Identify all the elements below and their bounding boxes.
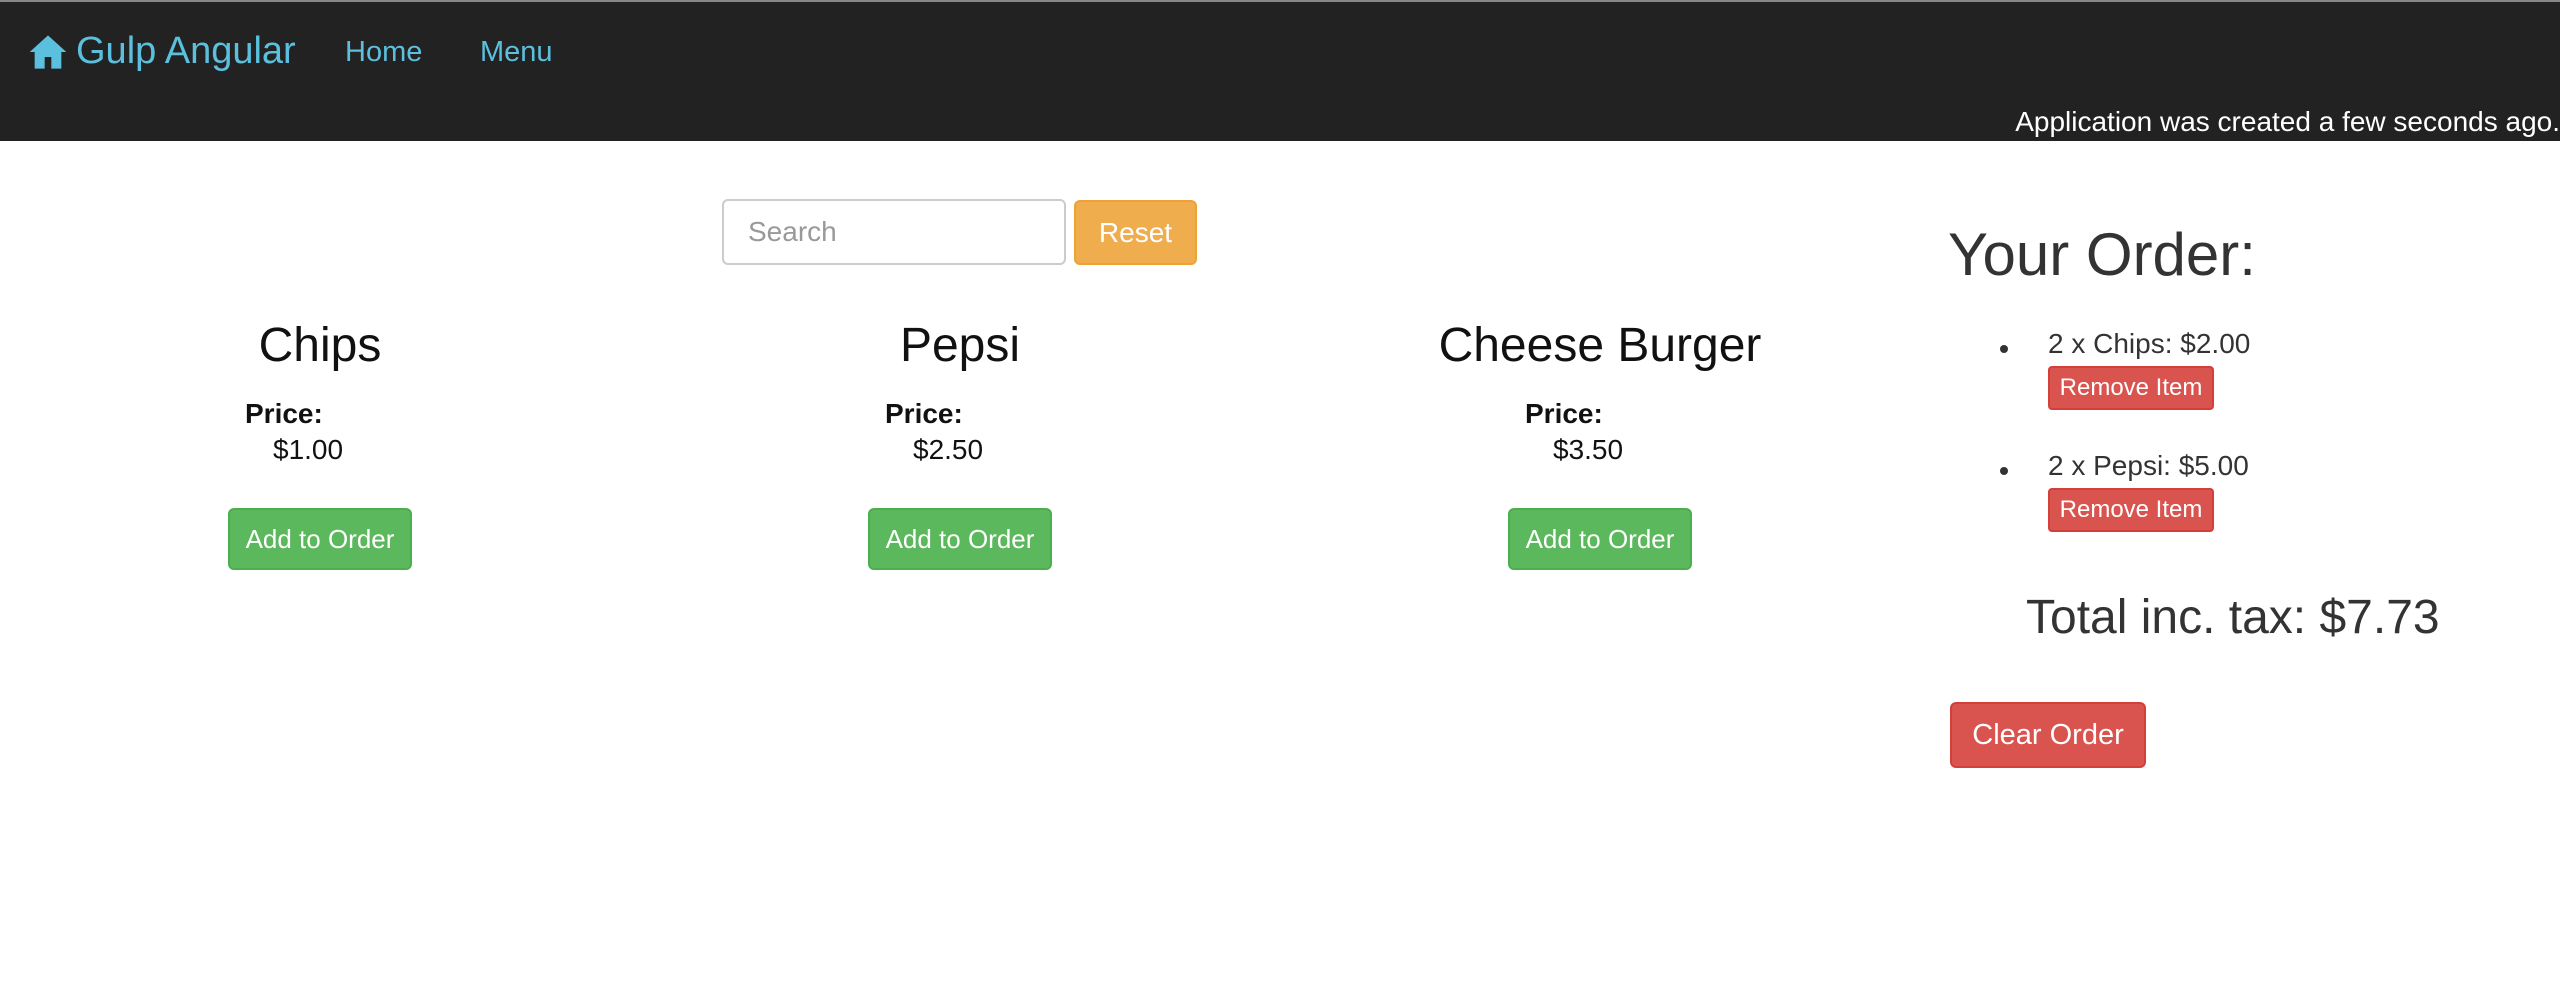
app-created-status: Application was created a few seconds ag… [2015,106,2560,137]
order-item-text: 2 x Chips: $2.00 [2048,328,2251,359]
remove-item-button[interactable]: Remove Item [2048,488,2214,532]
search-input[interactable] [722,199,1066,265]
order-total: Total inc. tax: $7.73 [2026,591,2440,644]
product-name: Cheese Burger [1438,319,1762,372]
nav-menu-link[interactable]: Menu [480,36,553,69]
add-to-order-button[interactable]: Add to Order [868,508,1052,570]
brand-link[interactable]: Gulp Angular [28,30,296,73]
price-label: Price: [245,398,323,429]
product-name: Pepsi [899,319,1021,372]
bullet-icon [2000,467,2008,475]
order-item-text: 2 x Pepsi: $5.00 [2048,450,2249,481]
price-value: $3.50 [1553,434,1624,465]
add-to-order-button[interactable]: Add to Order [1508,508,1692,570]
price-value: $2.50 [913,434,984,465]
price-label: Price: [1525,398,1603,429]
nav-home-link[interactable]: Home [345,36,422,69]
remove-item-button[interactable]: Remove Item [2048,366,2214,410]
reset-button[interactable]: Reset [1074,200,1197,265]
add-to-order-button[interactable]: Add to Order [228,508,412,570]
brand-label: Gulp Angular [76,30,296,72]
top-navbar: Gulp Angular Home Menu Application was c… [0,0,2560,141]
product-name: Chips [258,319,382,372]
price-value: $1.00 [273,434,344,465]
home-icon [29,34,67,69]
clear-order-button[interactable]: Clear Order [1950,702,2146,768]
bullet-icon [2000,345,2008,353]
price-label: Price: [885,398,963,429]
order-title: Your Order: [1948,221,2256,288]
